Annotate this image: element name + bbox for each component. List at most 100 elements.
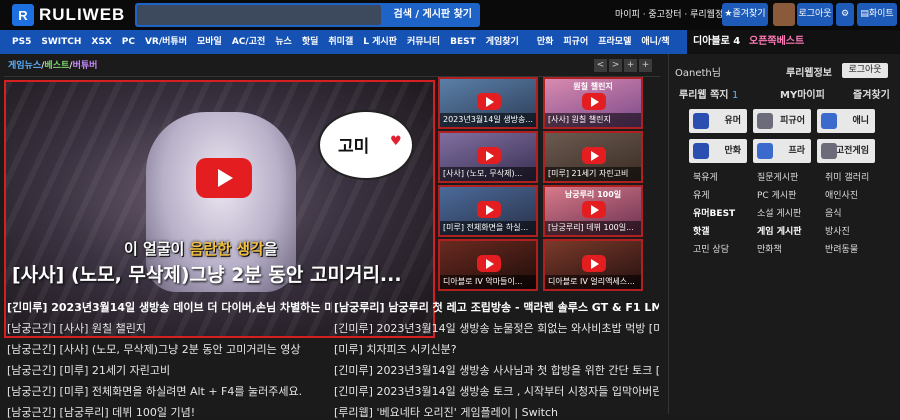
nav-item[interactable]: 커뮤니티 bbox=[407, 30, 440, 54]
thumb-caption: [미루] 21세기 자린고비 bbox=[545, 167, 641, 181]
nav-item[interactable]: SWITCH bbox=[41, 30, 81, 54]
post-link[interactable]: [미루] 치자피즈 시키신분? bbox=[334, 341, 659, 357]
post-link[interactable]: [남궁근긴] [사사] 원칠 챌린지 bbox=[7, 320, 332, 336]
nav-items: PS5 SWITCH XSX PC VR/버튜버 모바일 AC/고전 뉴스 핫딜 취미갤 L 게시판… bbox=[12, 30, 680, 54]
play-icon[interactable] bbox=[582, 255, 606, 272]
play-icon[interactable] bbox=[477, 93, 501, 110]
play-icon[interactable] bbox=[477, 147, 501, 164]
board-link[interactable]: PC 게시판 bbox=[757, 188, 796, 201]
panel-logout-button[interactable]: 로그아웃 bbox=[842, 63, 888, 78]
video-thumbnail[interactable]: 2023년3월14일 생방송... bbox=[438, 77, 538, 129]
favorites-link[interactable]: 즐겨찾기 bbox=[853, 86, 890, 101]
post-link[interactable]: [남궁근긴] [사사] (노모, 무삭제)그냥 2분 동안 고미거리는 영상 bbox=[7, 341, 332, 357]
pager-next-button[interactable]: > bbox=[609, 59, 622, 72]
nav-item[interactable]: PC bbox=[122, 30, 135, 54]
post-link[interactable]: [루리웹] '베요네타 오리진' 게임플레이 | Switch bbox=[334, 404, 659, 420]
play-icon[interactable] bbox=[582, 147, 606, 164]
nav-item[interactable]: 취미갤 bbox=[328, 30, 353, 54]
quick-button[interactable]: 유머 bbox=[689, 109, 747, 133]
video-thumbnail[interactable]: [미루] 전체화면을 하실... bbox=[438, 185, 538, 237]
play-icon[interactable] bbox=[477, 201, 501, 218]
board-link[interactable]: 반려동물 bbox=[825, 242, 858, 255]
board-link[interactable]: 만화책 bbox=[757, 242, 782, 255]
post-link[interactable]: [남궁근긴] [미루] 21세기 자린고비 bbox=[7, 362, 332, 378]
mypi-link[interactable]: MY마이피 bbox=[780, 86, 825, 101]
nav-item[interactable]: L 게시판 bbox=[363, 30, 397, 54]
play-icon[interactable] bbox=[582, 201, 606, 218]
crumb-best[interactable]: 베스트 bbox=[44, 61, 69, 71]
nav-item[interactable]: 뉴스 bbox=[275, 30, 292, 54]
nav-item[interactable]: 모바일 bbox=[197, 30, 222, 54]
nav-item[interactable]: VR/버튜버 bbox=[145, 30, 187, 54]
board-link[interactable]: 핫갤 bbox=[693, 224, 710, 237]
nav-item[interactable]: PS5 bbox=[12, 30, 31, 54]
nav-item[interactable]: 핫딜 bbox=[302, 30, 319, 54]
pager-expand-button[interactable]: + bbox=[639, 59, 652, 72]
nav-item[interactable]: XSX bbox=[91, 30, 111, 54]
nav-item[interactable]: 만화 bbox=[537, 30, 554, 54]
play-icon[interactable] bbox=[477, 255, 501, 272]
board-link[interactable]: 유머BEST bbox=[693, 206, 735, 219]
nav-item[interactable]: 피규어 bbox=[563, 30, 588, 54]
crumb-vtuber[interactable]: 버튜버 bbox=[73, 61, 98, 71]
video-thumbnail[interactable]: 남궁루리 100일 [남궁루리] 데뷔 100일... bbox=[543, 185, 643, 237]
hero-title[interactable]: [사사] (노모, 무삭제)그냥 2분 동안 고미거리... bbox=[12, 260, 402, 287]
board-link[interactable]: 취미 갤러리 bbox=[825, 170, 869, 183]
board-link[interactable]: 질문게시판 bbox=[757, 170, 798, 183]
gear-icon[interactable]: ⚙ bbox=[836, 3, 854, 26]
logout-button[interactable]: 로그아웃 bbox=[797, 3, 833, 26]
thumb-caption: [사사] (노모, 무삭제)... bbox=[440, 167, 536, 181]
nav-item[interactable]: 게임찾기 bbox=[486, 30, 519, 54]
video-thumbnail[interactable]: 원칠 챌린지 [사사] 원칠 챌린지 bbox=[543, 77, 643, 129]
post-link[interactable]: [긴미루] 2023년3월14일 생방송 데이브 더 다이버,손님 차별하는 미… bbox=[7, 299, 332, 315]
board-link[interactable]: 애인사진 bbox=[825, 188, 858, 201]
main-content: 게임뉴스/베스트/버튜버 < > + + 고미 ♥ 이 얼굴이 음란한 생각을 … bbox=[0, 54, 668, 419]
top-links[interactable]: 마이피 · 중고장터 · 루리웹정보 bbox=[615, 0, 732, 30]
post-link[interactable]: [긴미루] 2023년3월14일 생방송 토크 , 시작부터 시청자들 입막아버… bbox=[334, 383, 659, 399]
nav-item[interactable]: BEST bbox=[450, 30, 476, 54]
avatar[interactable] bbox=[773, 3, 795, 26]
theme-button[interactable]: ▤화이트 bbox=[857, 3, 897, 26]
nav-best[interactable]: 오픈쪽베스트 bbox=[749, 30, 804, 54]
post-link[interactable]: [긴미루] 2023년3월14일 생방송 사사님과 첫 합방을 위한 간단 토크… bbox=[334, 362, 659, 378]
nav-diablo4[interactable]: 디아블로 4 bbox=[693, 30, 740, 54]
board-link[interactable]: 소설 게시판 bbox=[757, 206, 801, 219]
board-link[interactable]: 고민 상담 bbox=[693, 242, 729, 255]
pager-prev-button[interactable]: < bbox=[594, 59, 607, 72]
nav-item[interactable]: 프라모델 bbox=[598, 30, 631, 54]
play-icon[interactable] bbox=[196, 158, 252, 198]
board-link[interactable]: 북유게 bbox=[693, 170, 718, 183]
board-link[interactable]: 유게 bbox=[693, 188, 710, 201]
nav-right: 디아블로 4 오픈쪽베스트 bbox=[687, 30, 900, 54]
search-input[interactable] bbox=[137, 5, 381, 25]
board-link[interactable]: 게임 게시판 bbox=[757, 224, 802, 237]
quick-icon bbox=[821, 113, 837, 129]
nav-item[interactable]: 애니/책 bbox=[641, 30, 669, 54]
quick-button[interactable]: 고전게임 bbox=[817, 139, 875, 163]
post-link[interactable]: [남궁루리] 남궁루리 첫 레고 조립방송 - 맥라렌 솔루스 GT & F1 … bbox=[334, 299, 659, 315]
favorites-button[interactable]: ★즐겨찾기 bbox=[722, 3, 768, 26]
nav-item[interactable]: AC/고전 bbox=[232, 30, 265, 54]
post-link[interactable]: [긴미루] 2023년3월14일 생방송 눈물젖은 회없는 와사비초밥 먹방 [… bbox=[334, 320, 659, 336]
post-link[interactable]: [남궁근긴] [미루] 전체화면을 하실려면 Alt + F4를 눌러주세요. bbox=[7, 383, 332, 399]
breadcrumb: 게임뉴스/베스트/버튜버 bbox=[8, 61, 98, 71]
video-thumbnail[interactable]: 디아블로 IV 악마들이... bbox=[438, 239, 538, 291]
search-button[interactable]: 검색 / 게시판 찾기 bbox=[394, 3, 473, 27]
quick-button[interactable]: 만화 bbox=[689, 139, 747, 163]
post-link[interactable]: [남궁근긴] [남궁루리] 데뷔 100일 기념! bbox=[7, 404, 332, 420]
board-link[interactable]: 음식 bbox=[825, 206, 842, 219]
video-thumbnail[interactable]: 디아블로 IV 얼리액세스... bbox=[543, 239, 643, 291]
pager-add-button[interactable]: + bbox=[624, 59, 637, 72]
board-link[interactable]: 방사진 bbox=[825, 224, 850, 237]
crumb-game-news[interactable]: 게임뉴스 bbox=[8, 61, 41, 71]
video-thumbnail[interactable]: [미루] 21세기 자린고비 bbox=[543, 131, 643, 183]
message-link[interactable]: 루리웹 쪽지 1 bbox=[679, 86, 738, 101]
ruliweb-logo[interactable]: R RULIWEB bbox=[12, 4, 125, 26]
ruliweb-info-link[interactable]: 루리웹정보 bbox=[786, 64, 832, 79]
quick-button[interactable]: 애니 bbox=[817, 109, 875, 133]
quick-button[interactable]: 피규어 bbox=[753, 109, 811, 133]
video-thumbnail[interactable]: [사사] (노모, 무삭제)... bbox=[438, 131, 538, 183]
user-panel: Oaneth님 루리웹정보 로그아웃 루리웹 쪽지 1 MY마이피 즐겨찾기 유… bbox=[668, 54, 900, 414]
quick-button[interactable]: 프라 bbox=[753, 139, 811, 163]
play-icon[interactable] bbox=[582, 93, 606, 110]
